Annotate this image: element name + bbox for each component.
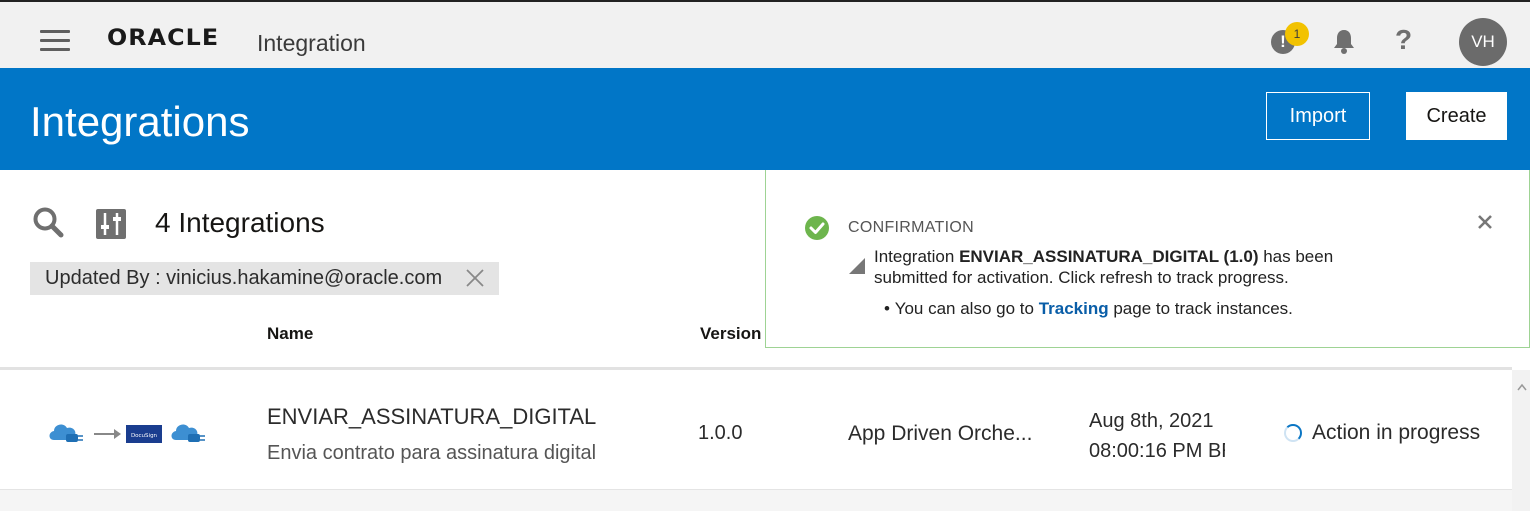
list-footer-area [0,490,1512,511]
time-line: 08:00:16 PM BRT [1089,440,1225,462]
arrow-right-icon [94,429,121,439]
page-title: Integrations [30,98,250,145]
integration-description: Envia contrato para assinatura digital [267,442,597,464]
filter-icon[interactable] [95,208,127,245]
search-icon[interactable] [32,206,64,243]
import-button[interactable]: Import [1266,92,1370,140]
collapse-triangle-icon[interactable] [849,258,865,274]
message-prefix: Integration [874,247,960,266]
close-icon[interactable] [1477,214,1493,235]
confirmation-label: CONFIRMATION [848,219,974,236]
scroll-up-icon[interactable] [1517,378,1527,396]
column-header-name[interactable]: Name [267,324,313,344]
integration-version: 1.0.0 [698,422,743,444]
bullet-dot: • [884,299,895,318]
tracking-link[interactable]: Tracking [1039,299,1109,318]
confirmation-message: Integration ENVIAR_ASSINATURA_DIGITAL (1… [874,246,1394,288]
filter-chip-label: Updated By : vinicius.hakamine@oracle.co… [45,267,443,289]
bullet-prefix: You can also go to [894,299,1039,318]
bullet-suffix: page to track instances. [1108,299,1293,318]
date-line: Aug 8th, 2021 [1089,410,1214,432]
check-circle-icon [804,215,830,246]
integration-name[interactable]: ENVIAR_ASSINATURA_DIGITAL [267,404,596,430]
integration-flow-icons: DocuSign [48,416,208,453]
confirmation-popup: CONFIRMATION Integration ENVIAR_ASSINATU… [765,170,1530,348]
help-icon[interactable]: ? [1395,24,1412,56]
bell-icon[interactable] [1332,28,1356,59]
user-avatar[interactable]: VH [1459,18,1507,66]
integration-updated-date: Aug 8th, 2021 08:00:16 PM BRT [1089,406,1225,466]
page-banner: Integrations Import Create [0,68,1530,170]
alert-count-badge: 1 [1285,22,1309,46]
message-integration-name: ENVIAR_ASSINATURA_DIGITAL (1.0) [959,247,1259,266]
close-icon[interactable] [466,269,484,292]
create-button[interactable]: Create [1406,92,1507,140]
confirmation-bullet: • You can also go to Tracking page to tr… [884,299,1293,319]
table-row[interactable]: DocuSign ENVIAR_ASSINATURA_DIGITAL Envia… [0,370,1512,490]
cloud-icon [171,424,205,442]
menu-icon[interactable] [40,30,70,51]
cloud-icon [49,424,83,442]
product-name: Integration [257,30,366,56]
column-header-version[interactable]: Version [700,324,761,344]
oracle-logo[interactable]: ORACLE [107,26,219,51]
filter-chip: Updated By : vinicius.hakamine@oracle.co… [30,262,499,295]
docusign-adapter-icon: DocuSign [126,425,162,443]
svg-text:DocuSign: DocuSign [131,433,158,439]
top-header: ORACLE Integration ! 1 ? VH [0,0,1530,68]
integrations-count: 4 Integrations [155,207,325,238]
spinner-icon [1284,424,1302,442]
integration-pattern: App Driven Orche... [848,422,1033,445]
integration-status: Action in progress [1312,421,1481,444]
